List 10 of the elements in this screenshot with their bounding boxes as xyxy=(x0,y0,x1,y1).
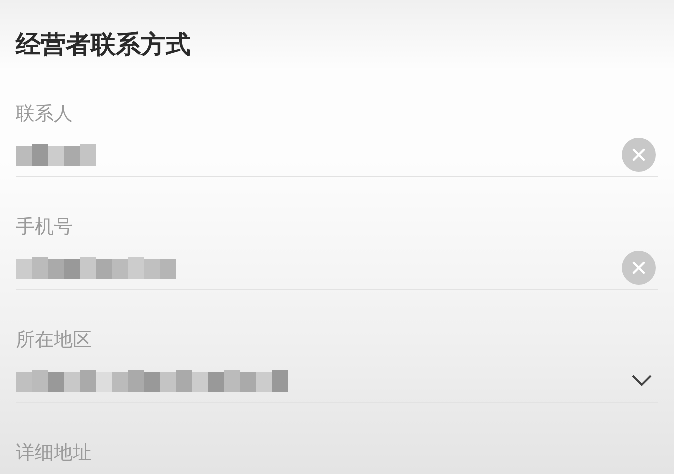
clear-button[interactable] xyxy=(622,251,656,285)
field-label: 联系人 xyxy=(16,102,73,126)
chevron-down-icon xyxy=(632,375,652,387)
field-label: 所在地区 xyxy=(16,328,92,352)
field-label: 手机号 xyxy=(16,215,73,239)
close-icon xyxy=(631,260,647,276)
section-title: 经营者联系方式 xyxy=(16,29,192,61)
field-label: 详细地址 xyxy=(16,441,92,465)
close-icon xyxy=(631,147,647,163)
clear-button[interactable] xyxy=(622,138,656,172)
